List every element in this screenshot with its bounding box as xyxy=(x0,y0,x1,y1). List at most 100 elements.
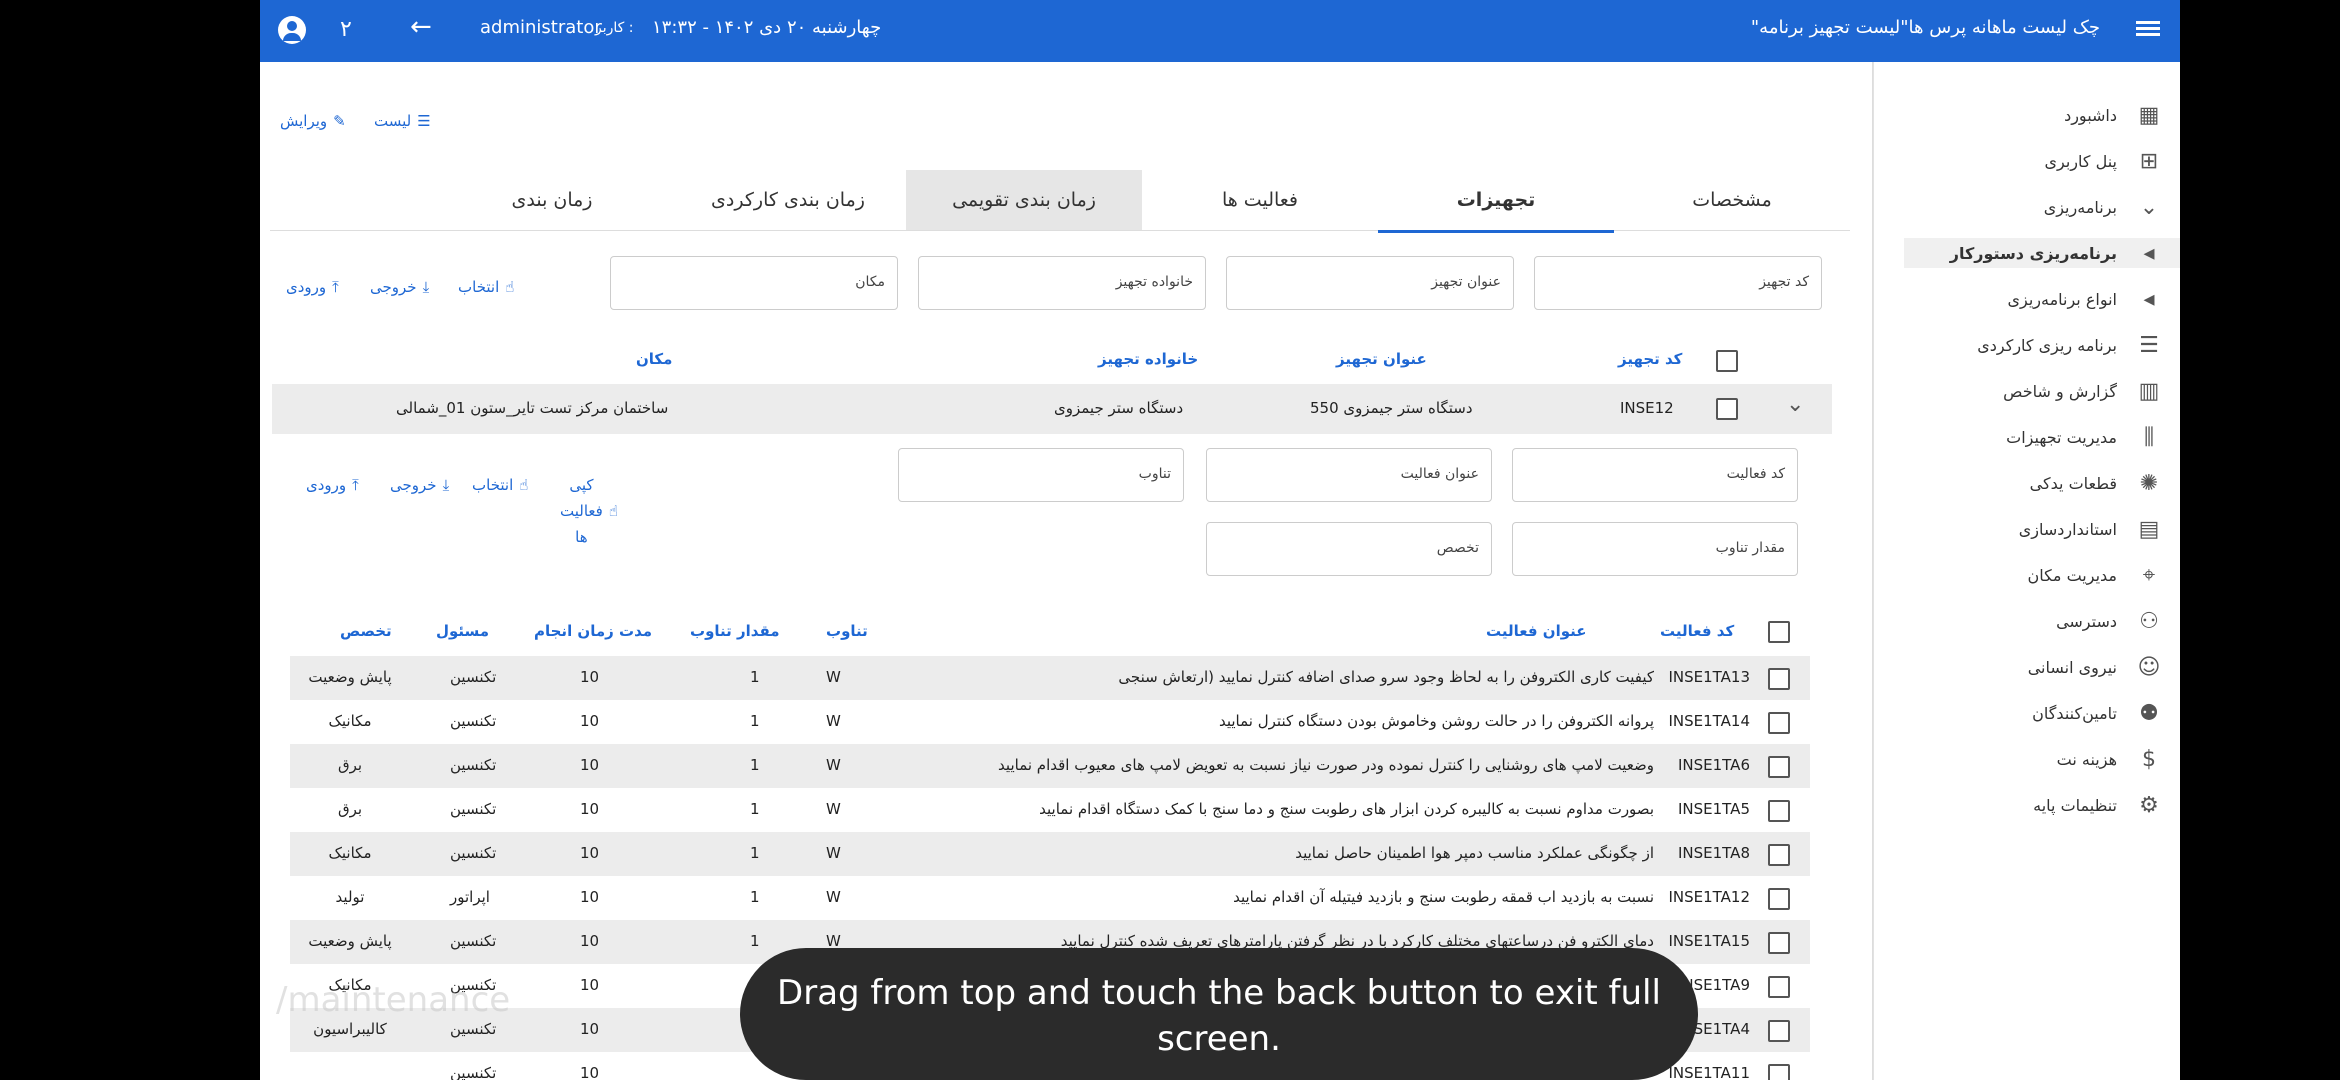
row-checkbox[interactable] xyxy=(1768,800,1790,822)
activity-code-field[interactable]: کد فعالیت xyxy=(1512,448,1798,502)
table-row[interactable]: INSE1TA8 از چگونگی عملکرد مناسب دمپر هوا … xyxy=(290,832,1810,877)
account-icon[interactable] xyxy=(278,16,306,44)
duration-cell: 10 xyxy=(580,1020,600,1038)
responsible-cell: اپراتور xyxy=(450,888,490,906)
row-checkbox[interactable] xyxy=(1768,1020,1790,1042)
col-responsible: مسئول xyxy=(436,622,490,640)
sidebar-item[interactable]: برنامه ریزی کارکردی ☰ xyxy=(1977,330,2161,360)
duration-cell: 10 xyxy=(580,800,600,818)
chart-icon: ▥ xyxy=(2138,378,2160,404)
tab-schedule[interactable]: زمان بندی xyxy=(434,170,670,230)
equipment-family-field[interactable]: خانواده تجهیز xyxy=(918,256,1206,310)
sidebar-item-label: نیروی انسانی xyxy=(2027,657,2117,677)
activity-select-button[interactable]: انتخاب ☝ xyxy=(472,476,528,494)
table-row[interactable]: INSE1TA14 پروانه الکتروفن را در حالت روشن… xyxy=(290,700,1810,745)
frequency-value-field[interactable]: مقدار تناوب xyxy=(1512,522,1798,576)
tab-activities[interactable]: فعالیت ها xyxy=(1142,170,1378,230)
frequency-value-cell: 1 xyxy=(750,800,760,818)
specialty-cell: کالیبراسیون xyxy=(313,1020,387,1038)
table-row[interactable]: INSE1TA6 وضعیت لامپ های روشنایی را کنترل … xyxy=(290,744,1810,789)
table-row[interactable]: INSE1TA13 کیفیت کاری الکتروفن را به لحاظ … xyxy=(290,656,1810,701)
tab-equipment[interactable]: تجهیزات xyxy=(1378,170,1614,233)
sidebar-item[interactable]: پنل کاربری ⊞ xyxy=(2044,146,2161,176)
sidebar-item-label: انواع برنامه‌ریزی xyxy=(2007,289,2117,309)
frequency-value-cell: 1 xyxy=(750,668,760,686)
specialty-field[interactable]: تخصص xyxy=(1206,522,1492,576)
activity-export-button[interactable]: خروجی ⤓ xyxy=(390,476,449,494)
expand-chevron-icon[interactable]: ⌄ xyxy=(1786,392,1804,417)
clipboard-icon: ▤ xyxy=(2138,516,2160,542)
back-arrow-icon[interactable]: ← xyxy=(410,12,432,42)
row-checkbox[interactable] xyxy=(1768,756,1790,778)
tab-calendar-schedule[interactable]: زمان بندی تقویمی xyxy=(906,170,1142,230)
activity-title-cell: بصورت مداوم نسبت به کالیبره کردن ابزار ه… xyxy=(1039,800,1654,818)
activity-title-field[interactable]: عنوان فعالیت xyxy=(1206,448,1492,502)
tab-usage-schedule[interactable]: زمان بندی کارکردی xyxy=(670,170,906,230)
frequency-cell: W xyxy=(826,844,841,862)
equipment-row[interactable]: ⌄ INSE12 دستگاه ستر جیمزوی 550 دستگاه ست… xyxy=(272,384,1832,434)
activity-select-all-checkbox[interactable] xyxy=(1768,621,1790,643)
duration-cell: 10 xyxy=(580,712,600,730)
sidebar-item[interactable]: تامین‌کنندگان ⚉ xyxy=(2032,698,2161,728)
sidebar-item[interactable]: مدیریت مکان ⌖ xyxy=(2027,560,2161,590)
row-checkbox[interactable] xyxy=(1768,888,1790,910)
row-checkbox[interactable] xyxy=(1768,668,1790,690)
equipment-code-field[interactable]: کد تجهیز xyxy=(1534,256,1822,310)
sidebar-item[interactable]: دسترسی ⚇ xyxy=(2056,606,2161,636)
list-button[interactable]: لیست ☰ xyxy=(374,112,431,130)
responsible-cell: تکنسین xyxy=(450,756,497,774)
sidebar-item[interactable]: نیروی انسانی ☺ xyxy=(2028,652,2161,682)
export-button[interactable]: خروجی ⤓ xyxy=(370,278,429,296)
datetime: چهارشنبه ۲۰ دی ۱۴۰۲ - ۱۳:۳۲ xyxy=(652,17,882,38)
sidebar-item-label: دسترسی xyxy=(2056,611,2117,631)
download-icon: ⤓ xyxy=(422,278,430,296)
select-button[interactable]: انتخاب ☝ xyxy=(458,278,514,296)
frequency-value-cell: 1 xyxy=(750,756,760,774)
sidebar-item-label: برنامه‌ریزی xyxy=(2043,197,2117,217)
sidebar-item[interactable]: برنامه‌ریزی ⌄ xyxy=(2044,192,2161,222)
col-activity-code: کد فعالیت xyxy=(1660,622,1735,640)
topbar-number: ۲ xyxy=(340,17,352,42)
sidebar-item[interactable]: تنظیمات پایه ⚙ xyxy=(2033,790,2161,820)
sidebar-item-label: داشبورد xyxy=(2064,105,2117,125)
parts-icon: ✺ xyxy=(2139,470,2159,496)
caret-left-icon: ◂ xyxy=(2143,286,2155,312)
select-all-checkbox[interactable] xyxy=(1716,350,1738,372)
row-checkbox[interactable] xyxy=(1768,976,1790,998)
sidebar-item-label: مدیریت مکان xyxy=(2027,565,2117,585)
tab-specs[interactable]: مشخصات xyxy=(1614,170,1850,230)
duration-cell: 10 xyxy=(580,844,600,862)
menu-icon[interactable] xyxy=(2136,18,2160,42)
table-row[interactable]: INSE1TA5 بصورت مداوم نسبت به کالیبره کردن… xyxy=(290,788,1810,833)
activity-import-button[interactable]: ورودی ⤒ xyxy=(306,476,359,494)
sidebar-item[interactable]: مدیریت تجهیزات ⫼ xyxy=(2006,422,2161,452)
frequency-field[interactable]: تناوب xyxy=(898,448,1184,502)
pencil-icon: ✎ xyxy=(333,112,346,130)
app-screen: ۲ ← administrator کاربر : چهارشنبه ۲۰ دی… xyxy=(260,0,2180,1080)
sidebar-item[interactable]: انواع برنامه‌ریزی ◂ xyxy=(2007,284,2161,314)
row-checkbox[interactable] xyxy=(1768,712,1790,734)
sidebar-item[interactable]: داشبورد ▦ xyxy=(2064,100,2161,130)
location-field[interactable]: مکان xyxy=(610,256,898,310)
import-button[interactable]: ورودی ⤒ xyxy=(286,278,339,296)
row-checkbox[interactable] xyxy=(1768,1064,1790,1080)
row-checkbox[interactable] xyxy=(1716,398,1738,420)
table-row[interactable]: INSE1TA12 نسبت به بازدید اب قمقه رطوبت سن… xyxy=(290,876,1810,921)
row-checkbox[interactable] xyxy=(1768,932,1790,954)
sidebar-item[interactable]: استانداردسازی ▤ xyxy=(2019,514,2161,544)
sidebar-item[interactable]: هزینه نت $ xyxy=(2057,744,2161,774)
sidebar-item-label: قطعات یدکی xyxy=(2029,473,2117,493)
col-equipment-family: خانواده تجهیز xyxy=(1098,350,1199,368)
copy-activities-button[interactable]: کپی فعالیت ها ☝ xyxy=(560,472,618,550)
equipment-title-field[interactable]: عنوان تجهیز xyxy=(1226,256,1514,310)
gear-icon: ⚙ xyxy=(2139,792,2159,818)
sidebar-item[interactable]: برنامه‌ریزی دستورکار ◂ xyxy=(1904,238,2180,268)
row-checkbox[interactable] xyxy=(1768,844,1790,866)
duration-cell: 10 xyxy=(580,756,600,774)
sidebar-item[interactable]: گزارش و شاخص ▥ xyxy=(2003,376,2161,406)
sidebar-item[interactable]: قطعات یدکی ✺ xyxy=(2030,468,2161,498)
col-equipment-code: کد تجهیز xyxy=(1618,350,1683,368)
duration-cell: 10 xyxy=(580,668,600,686)
frequency-cell: W xyxy=(826,756,841,774)
edit-button[interactable]: ویرایش ✎ xyxy=(280,112,346,130)
